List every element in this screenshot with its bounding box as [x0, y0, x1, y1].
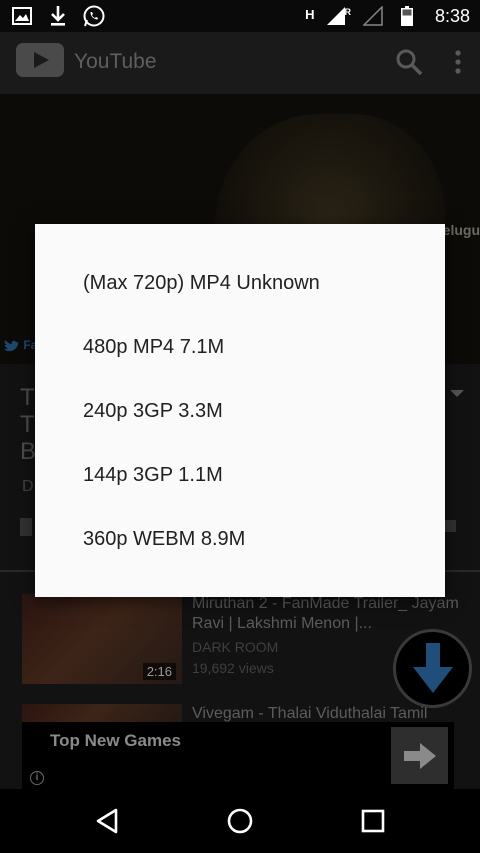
format-option-360p-webm[interactable]: 360p WEBM 8.9M — [35, 507, 445, 571]
format-select-dialog: (Max 720p) MP4 Unknown 480p MP4 7.1M 240… — [35, 224, 445, 597]
whatsapp-icon — [82, 4, 106, 28]
signal-empty-icon — [361, 4, 385, 28]
back-icon[interactable] — [92, 806, 122, 836]
download-icon — [46, 4, 70, 28]
format-option-480p-mp4[interactable]: 480p MP4 7.1M — [35, 315, 445, 379]
navigation-bar — [0, 789, 480, 853]
roaming-label: R — [344, 7, 351, 17]
network-type-label: H — [305, 6, 315, 22]
format-option-240p-3gp[interactable]: 240p 3GP 3.3M — [35, 379, 445, 443]
status-bar: H R 8:38 — [0, 0, 480, 32]
recents-icon[interactable] — [358, 806, 388, 836]
gallery-icon — [10, 4, 34, 28]
format-option-720p-mp4[interactable]: (Max 720p) MP4 Unknown — [35, 251, 445, 315]
battery-icon — [395, 4, 419, 28]
status-clock: 8:38 — [434, 5, 470, 26]
home-icon[interactable] — [225, 806, 255, 836]
format-option-144p-3gp[interactable]: 144p 3GP 1.1M — [35, 443, 445, 507]
